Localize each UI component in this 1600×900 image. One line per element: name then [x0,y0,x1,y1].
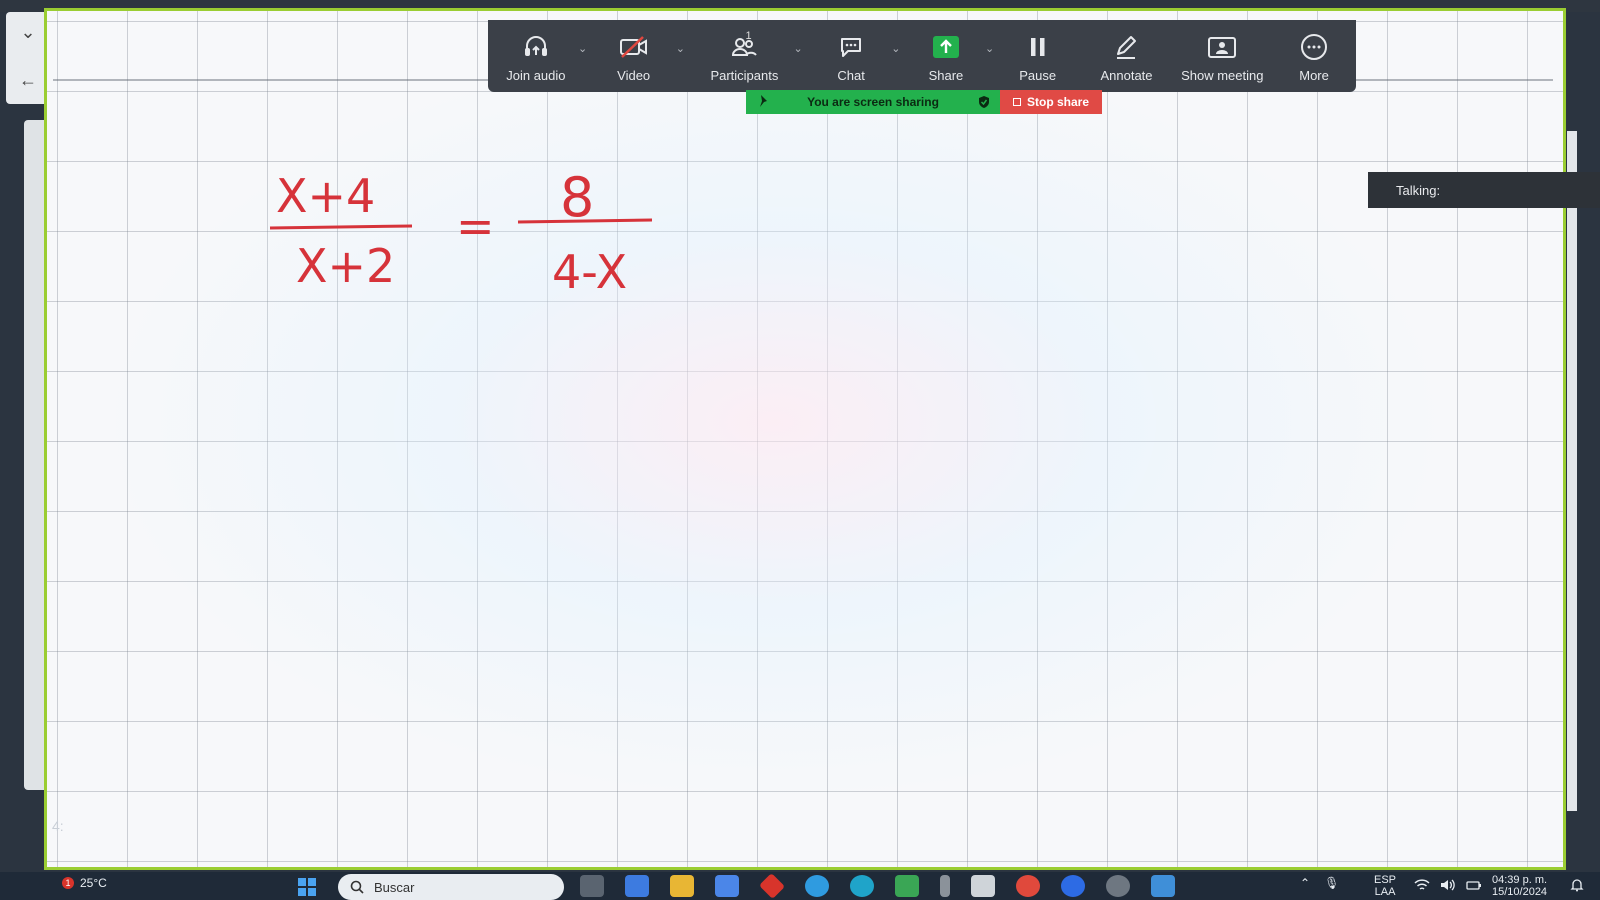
equals-sign: = [456,199,495,253]
headphones-icon [523,32,549,62]
pause-label: Pause [1019,68,1057,83]
copilot-icon[interactable] [625,875,649,897]
meeting-window-icon [1207,32,1237,62]
annotate-button[interactable]: Annotate [1083,32,1171,92]
chevron-down-icon[interactable]: ⌄ [12,16,44,48]
app-circle-icon[interactable] [1106,875,1130,897]
edge-icon[interactable] [850,875,874,897]
taskbar: 1 25°C Buscar ⌃ 🎙 ESP LAA 04:39 p. m. 15… [0,872,1600,900]
more-icon [1300,32,1328,62]
participants-count: 1 [745,30,752,42]
chevron-down-icon[interactable]: ⌄ [891,42,900,55]
show-meeting-label: Show meeting [1181,68,1264,83]
clock-date: 15/10/2024 [1492,886,1548,898]
left-fraction-bar [269,224,413,230]
video-off-icon [619,32,649,62]
right-fraction-bar [517,218,653,224]
join-audio-button[interactable]: Join audio ⌄ [488,32,587,92]
notepad-icon[interactable] [971,875,995,897]
usb-icon[interactable] [940,875,950,897]
screen-sharing-banner[interactable]: You are screen sharing [746,90,1000,114]
left-numerator: X+4 [276,169,375,223]
meeting-toolbar: Join audio ⌄ Video ⌄ 1 Participants ⌄ Ch… [488,20,1356,92]
ie-icon[interactable] [805,875,829,897]
pinned-apps [580,872,1175,900]
talking-label: Talking: [1396,182,1441,198]
talking-indicator: Talking: [1368,172,1600,208]
volume-icon [1440,878,1456,895]
whiteboard-canvas[interactable] [44,8,1577,870]
pause-button[interactable]: Pause [993,32,1083,92]
right-denominator: 4-X [552,245,627,299]
more-label: More [1299,68,1329,83]
shield-icon [978,95,990,112]
back-arrow-icon[interactable]: ← [12,64,44,96]
handwritten-equation: X+4 X+2 = 8 4-X [260,160,680,310]
left-denominator: X+2 [296,239,395,293]
battery-icon [1466,878,1482,895]
share-screen-icon [932,32,960,62]
chrome-icon[interactable] [1016,875,1040,897]
participants-button[interactable]: 1 Participants ⌄ [690,30,803,92]
wifi-icon [1414,878,1430,895]
microphone-icon[interactable]: 🎙 [1324,876,1339,890]
annotate-label: Annotate [1100,68,1153,83]
language-indicator[interactable]: ESP LAA [1374,874,1396,898]
join-audio-label: Join audio [506,68,566,83]
system-tray: ⌃ 🎙 [1300,876,1339,890]
participants-icon [731,32,758,62]
chevron-down-icon[interactable]: ⌄ [794,42,803,55]
language-code: ESP [1374,874,1397,886]
taskbar-search-input[interactable]: Buscar [338,874,564,900]
chat-button[interactable]: Chat ⌄ [803,32,900,92]
notification-bell-icon[interactable] [1570,878,1584,892]
taskbar-clock[interactable]: 04:39 p. m. 15/10/2024 [1492,874,1547,898]
chevron-up-icon[interactable]: ⌃ [1300,876,1310,890]
chevron-down-icon[interactable]: ⌄ [676,42,685,55]
windows-start-icon[interactable] [298,878,316,896]
screen-sharing-status-text: You are screen sharing [807,95,939,109]
share-button[interactable]: Share ⌄ [901,32,994,92]
side-time-fragment: 4: [52,818,64,834]
share-label: Share [928,68,964,83]
zoom-icon[interactable] [1061,875,1085,897]
participants-label: Participants [710,68,779,83]
pause-icon [1028,32,1048,62]
show-meeting-button[interactable]: Show meeting [1176,32,1268,92]
language-layout: LAA [1374,886,1396,898]
search-icon [350,880,364,894]
video-button[interactable]: Video ⌄ [586,32,685,92]
weather-badge: 1 [62,877,74,889]
canvas-right-edge [1567,131,1577,811]
search-placeholder: Buscar [374,879,415,895]
weather-temperature: 25°C [80,876,107,890]
stop-share-button[interactable]: Stop share [1000,90,1102,114]
app-window-icon[interactable] [1151,875,1175,897]
chat-icon [838,32,864,62]
status-icons[interactable] [1414,878,1482,895]
stop-share-label: Stop share [1026,95,1089,109]
video-label: Video [617,68,651,83]
pin-icon[interactable] [758,94,770,111]
weather-widget[interactable]: 1 25°C [62,876,107,890]
store-icon[interactable] [715,875,739,897]
clock-time: 04:39 p. m. [1492,874,1548,886]
more-button[interactable]: More [1272,32,1356,92]
app-green-icon[interactable] [895,875,919,897]
app-diamond-icon[interactable] [758,872,786,900]
chat-label: Chat [837,68,865,83]
pencil-icon [1114,32,1138,62]
task-view-icon[interactable] [580,875,604,897]
stop-square-icon [1012,98,1021,106]
file-explorer-icon[interactable] [670,875,694,897]
